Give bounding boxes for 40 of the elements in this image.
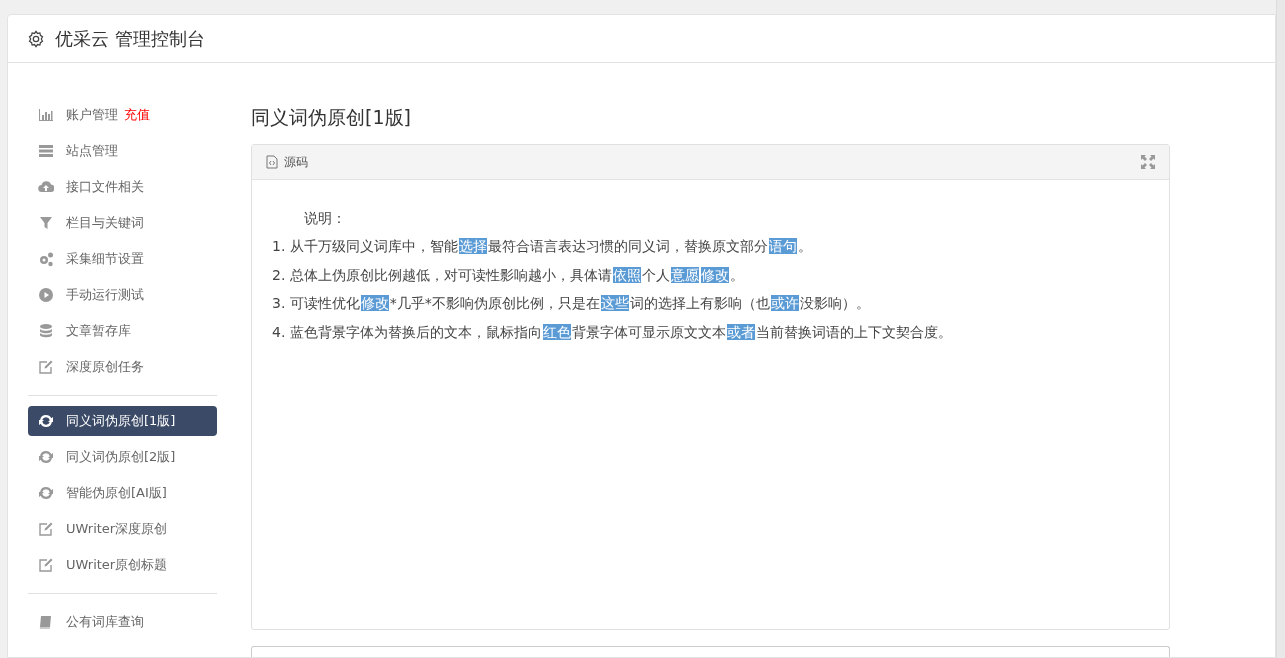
sidebar-item[interactable]: 智能伪原创[AI版] <box>28 475 217 511</box>
sidebar-item[interactable]: UWriter原创标题 <box>28 547 217 583</box>
filter-icon <box>38 215 54 231</box>
description-line: 1. 从千万级同义词库中，智能选择最符合语言表达习惯的同义词，替换原文部分语句。 <box>272 237 813 256</box>
sidebar-item[interactable]: 公有词库查询 <box>28 604 217 640</box>
sidebar-item[interactable]: 手动运行测试 <box>28 277 217 313</box>
source-tab[interactable]: 源码 <box>284 152 308 171</box>
sidebar-item[interactable]: 接口文件相关 <box>28 169 217 205</box>
sidebar-item[interactable]: 站点管理 <box>28 133 217 169</box>
description-line: 2. 总体上伪原创比例越低，对可读性影响越小，具体请依照个人意愿修改。 <box>272 265 745 285</box>
fullscreen-icon[interactable] <box>1141 154 1155 169</box>
sidebar-item[interactable]: 深度原创任务 <box>28 349 217 385</box>
sidebar-item[interactable]: 账户管理 充值 <box>28 97 217 133</box>
bar-chart-icon <box>38 107 54 123</box>
description-line: 3. 可读性优化修改*几乎*不影响伪原创比例，只是在这些词的选择上有影响（也或许没影响）。 <box>272 294 871 313</box>
sidebar-item[interactable]: UWriter深度原创 <box>28 511 217 547</box>
refresh-icon <box>38 413 54 429</box>
refresh-icon <box>38 485 54 501</box>
refresh-icon <box>38 449 54 465</box>
edit-icon <box>38 557 54 573</box>
book-icon <box>38 614 54 630</box>
server-icon <box>38 143 54 159</box>
description-line: 4. 蓝色背景字体为替换后的文本，鼠标指向 红色背景字体可显示原文文本或者当前替换词语的上下文契合度。 <box>272 322 953 342</box>
sidebar-item[interactable]: 同义词伪原创[1版] <box>28 406 217 436</box>
description-heading: 说明： <box>303 208 347 228</box>
edit-icon <box>38 521 54 537</box>
sidebar-item[interactable]: 同义词伪原创[2版] <box>28 439 217 475</box>
recharge-link[interactable]: 充值 <box>124 105 150 125</box>
sidebar-item[interactable]: 文章暂存库 <box>28 313 217 349</box>
console-title: 优采云 管理控制台 <box>55 27 205 51</box>
settings-icon <box>27 29 45 48</box>
edit-icon <box>38 359 54 375</box>
sidebar-item[interactable]: 采集细节设置 <box>28 241 217 277</box>
page-title: 同义词伪原创[1版] <box>251 105 412 130</box>
play-icon <box>38 287 54 303</box>
sidebar-item[interactable]: 栏目与关键词 <box>28 205 217 241</box>
cloud-upload-icon <box>38 179 54 195</box>
code-file-icon[interactable] <box>266 154 278 169</box>
scrollbar[interactable] <box>1276 0 1285 658</box>
database-icon <box>38 323 54 339</box>
